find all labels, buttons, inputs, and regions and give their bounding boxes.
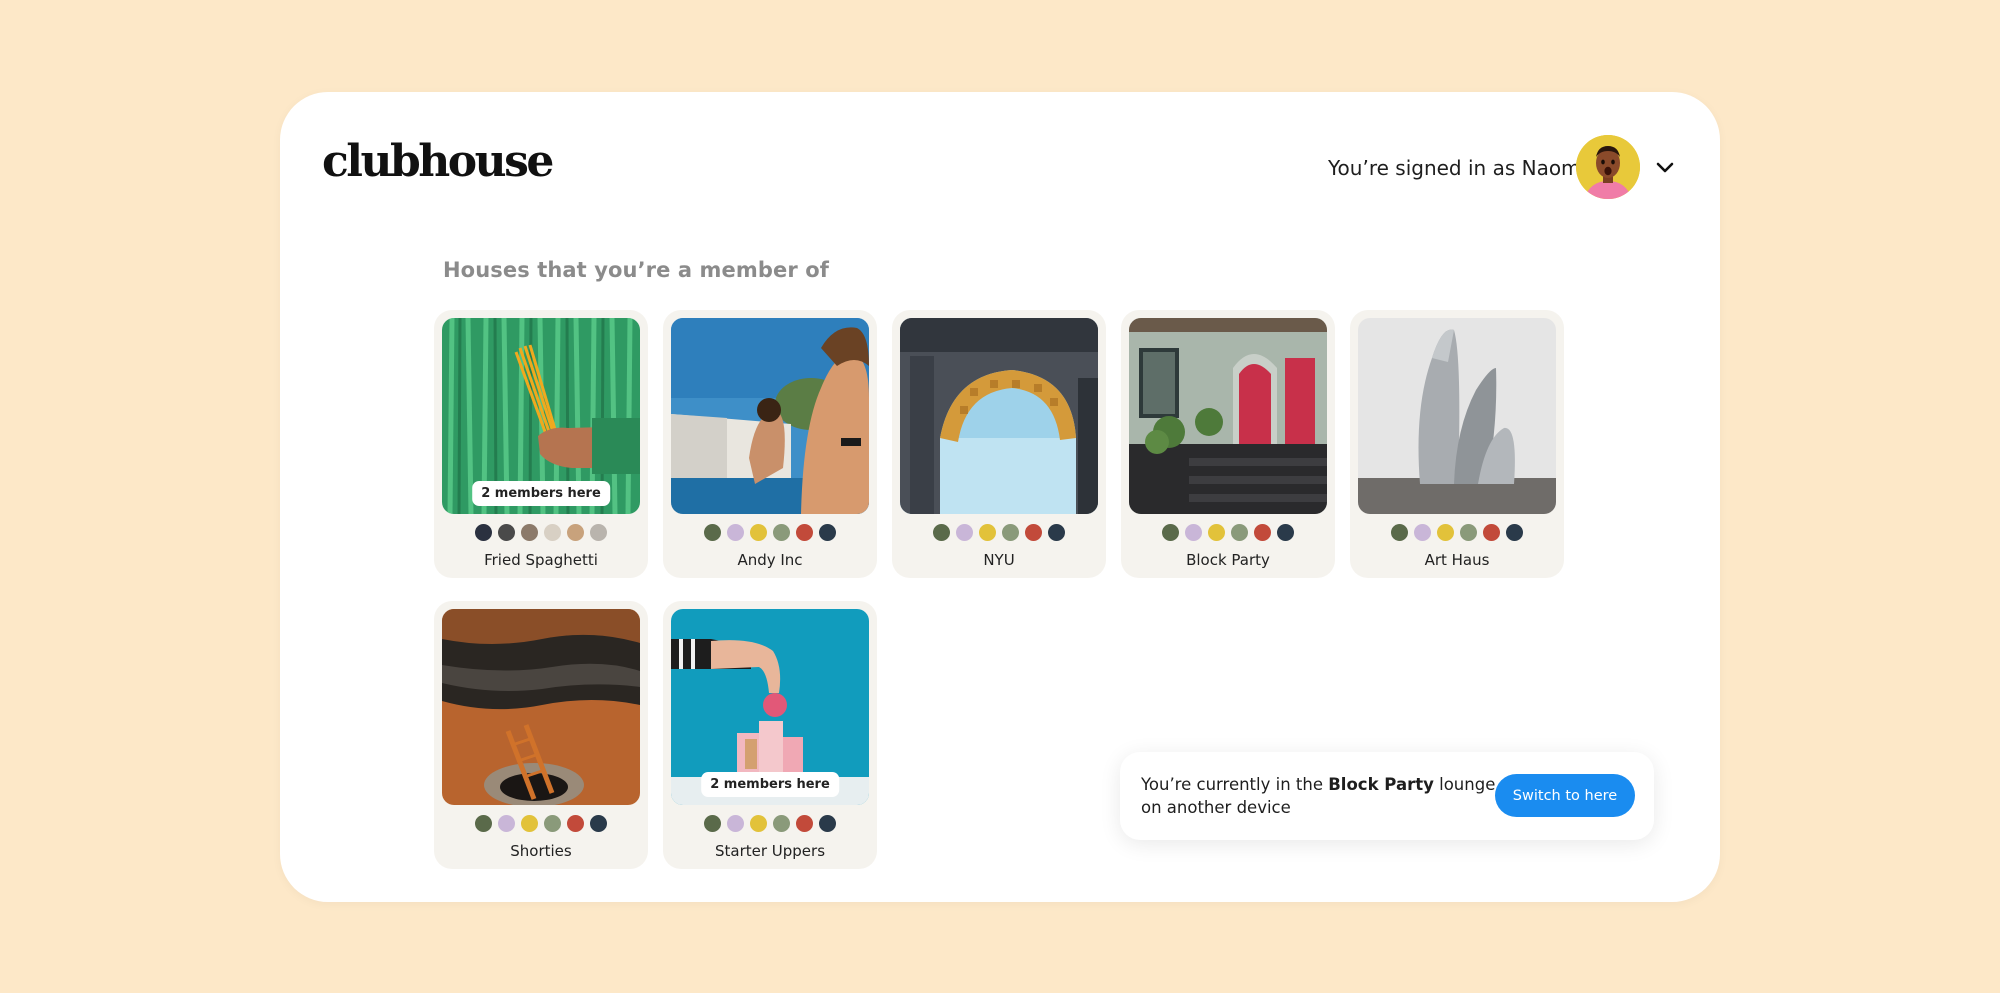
member-avatar xyxy=(566,814,585,833)
member-avatar xyxy=(520,814,539,833)
house-name: Starter Uppers xyxy=(714,842,826,860)
member-avatars xyxy=(1121,523,1335,542)
signed-in-label: You’re signed in as Naomi xyxy=(1328,156,1587,180)
members-here-badge: 2 members here xyxy=(472,481,610,506)
member-avatars xyxy=(663,814,877,833)
member-avatar xyxy=(818,523,837,542)
member-avatar xyxy=(1207,523,1226,542)
house-image: 2 members here xyxy=(442,318,640,514)
member-avatar xyxy=(749,523,768,542)
member-avatar xyxy=(749,814,768,833)
member-avatar xyxy=(474,523,493,542)
member-avatar xyxy=(795,814,814,833)
member-avatars xyxy=(434,523,648,542)
user-avatar[interactable] xyxy=(1576,135,1640,199)
house-card-shorties[interactable]: Shorties xyxy=(434,601,648,869)
member-avatar xyxy=(1413,523,1432,542)
member-avatar xyxy=(703,523,722,542)
member-avatar xyxy=(703,814,722,833)
member-avatar xyxy=(955,523,974,542)
section-title: Houses that you’re a member of xyxy=(443,258,829,282)
member-avatar xyxy=(772,523,791,542)
member-avatar xyxy=(497,523,516,542)
member-avatar xyxy=(1436,523,1455,542)
house-image xyxy=(442,609,640,805)
house-name: Andy Inc xyxy=(737,551,803,569)
member-avatar xyxy=(1253,523,1272,542)
house-image xyxy=(1358,318,1556,514)
house-card-andy-inc[interactable]: Andy Inc xyxy=(663,310,877,578)
house-name: Fried Spaghetti xyxy=(484,551,598,569)
member-avatars xyxy=(892,523,1106,542)
lounge-house-name: Block Party xyxy=(1328,775,1434,794)
member-avatar xyxy=(1482,523,1501,542)
members-here-badge: 2 members here xyxy=(701,772,839,797)
member-avatars xyxy=(434,814,648,833)
member-avatar xyxy=(772,814,791,833)
house-name: Art Haus xyxy=(1424,551,1490,569)
member-avatar xyxy=(543,814,562,833)
member-avatar xyxy=(1184,523,1203,542)
member-avatars xyxy=(1350,523,1564,542)
member-avatar xyxy=(726,523,745,542)
house-name: Shorties xyxy=(510,842,572,860)
house-card-nyu[interactable]: NYU xyxy=(892,310,1106,578)
member-avatar xyxy=(1001,523,1020,542)
house-card-fried-spaghetti[interactable]: 2 members here Fried Spaghetti xyxy=(434,310,648,578)
house-card-block-party[interactable]: Block Party xyxy=(1121,310,1335,578)
member-avatar xyxy=(497,814,516,833)
lounge-message: You’re currently in the Block Party loun… xyxy=(1141,773,1511,819)
member-avatar xyxy=(1047,523,1066,542)
main-window: clubhouse You’re signed in as Naomi Hous… xyxy=(280,92,1720,902)
member-avatar xyxy=(1230,523,1249,542)
house-name: NYU xyxy=(983,551,1015,569)
house-image: 2 members here xyxy=(671,609,869,805)
switch-to-here-button[interactable]: Switch to here xyxy=(1495,774,1635,817)
house-image xyxy=(900,318,1098,514)
member-avatar xyxy=(566,523,585,542)
member-avatar xyxy=(543,523,562,542)
member-avatar xyxy=(589,814,608,833)
lounge-message-prefix: You’re currently in the xyxy=(1141,775,1329,794)
clubhouse-logo[interactable]: clubhouse xyxy=(322,136,554,187)
lounge-notification: You’re currently in the Block Party loun… xyxy=(1120,752,1654,840)
member-avatars xyxy=(663,523,877,542)
member-avatar xyxy=(795,523,814,542)
house-name: Block Party xyxy=(1186,551,1270,569)
member-avatar xyxy=(1390,523,1409,542)
member-avatar xyxy=(589,523,608,542)
member-avatar xyxy=(1161,523,1180,542)
member-avatar xyxy=(818,814,837,833)
member-avatar xyxy=(474,814,493,833)
member-avatar xyxy=(1459,523,1478,542)
house-image xyxy=(1129,318,1327,514)
house-image xyxy=(671,318,869,514)
member-avatar xyxy=(978,523,997,542)
chevron-down-icon[interactable] xyxy=(1652,155,1678,181)
member-avatar xyxy=(932,523,951,542)
member-avatar xyxy=(520,523,539,542)
member-avatar xyxy=(1505,523,1524,542)
member-avatar xyxy=(1276,523,1295,542)
member-avatar xyxy=(726,814,745,833)
house-card-starter-uppers[interactable]: 2 members here Starter Uppers xyxy=(663,601,877,869)
member-avatar xyxy=(1024,523,1043,542)
house-card-art-haus[interactable]: Art Haus xyxy=(1350,310,1564,578)
